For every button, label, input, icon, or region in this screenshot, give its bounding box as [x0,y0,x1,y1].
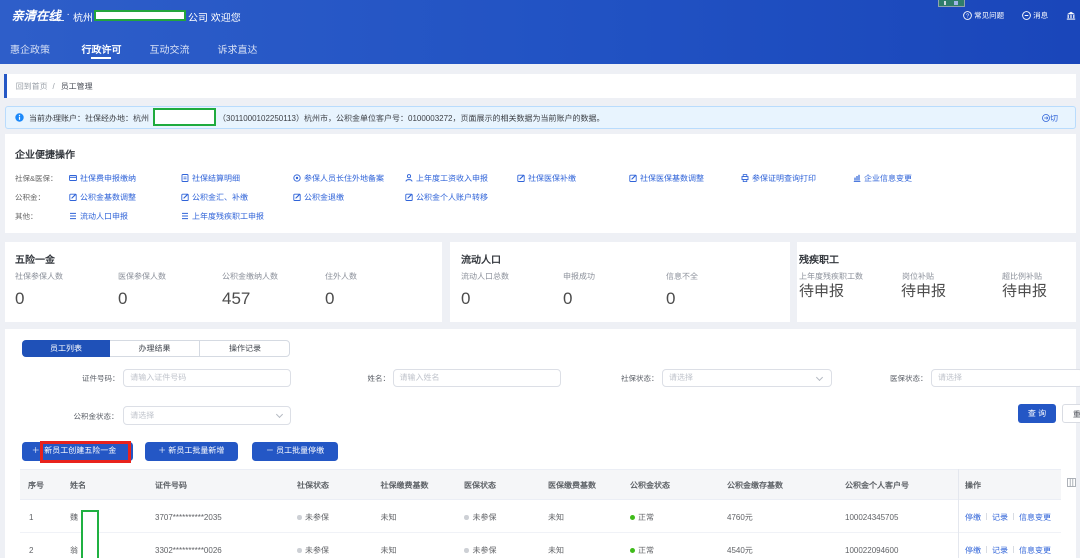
svg-text:?: ? [966,13,969,19]
